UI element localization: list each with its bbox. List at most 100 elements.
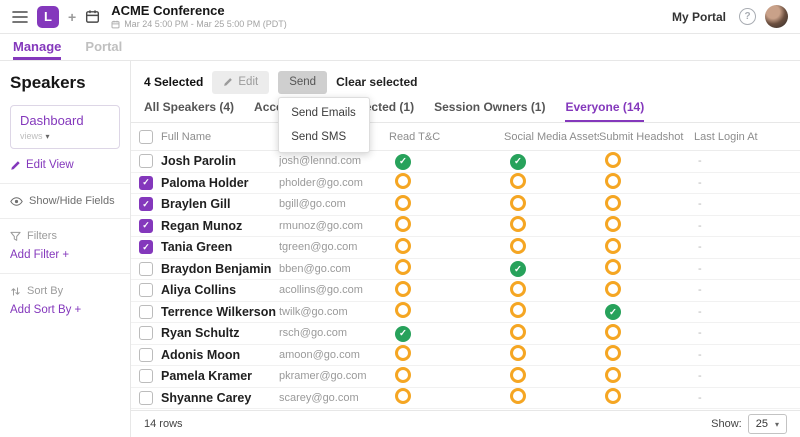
- row-checkbox-cell: [131, 219, 161, 233]
- row-status-cell: ✓: [504, 153, 599, 170]
- row-last-login: -: [694, 198, 800, 210]
- chevron-down-icon: ▾: [46, 132, 50, 141]
- add-event-icon[interactable]: +: [68, 9, 76, 25]
- status-pending-icon: [510, 281, 526, 297]
- app-logo[interactable]: L: [37, 6, 59, 28]
- clear-selected-button[interactable]: Clear selected: [336, 75, 417, 89]
- row-checkbox[interactable]: [139, 369, 153, 383]
- edit-view-link[interactable]: Edit View: [10, 159, 120, 171]
- row-checkbox[interactable]: [139, 176, 153, 190]
- row-checkbox-cell: [131, 348, 161, 362]
- row-checkbox[interactable]: [139, 240, 153, 254]
- row-email: acollins@go.com: [279, 284, 389, 296]
- view-selector[interactable]: Dashboard views▾: [10, 105, 120, 149]
- page-title: Speakers: [10, 73, 120, 93]
- status-pending-icon: [510, 195, 526, 211]
- status-pending-icon: [605, 281, 621, 297]
- row-last-login: -: [694, 349, 800, 361]
- row-name[interactable]: Paloma Holder: [161, 176, 279, 190]
- table-row: Shyanne Careyscarey@go.com-: [131, 388, 800, 410]
- status-done-icon: ✓: [395, 154, 411, 170]
- row-status-cell: ✓: [389, 325, 504, 342]
- table-header: Full Name Email Read T&C Social Media As…: [131, 123, 800, 151]
- user-avatar[interactable]: [765, 5, 788, 28]
- row-checkbox[interactable]: [139, 197, 153, 211]
- row-checkbox-cell: [131, 240, 161, 254]
- row-status-cell: ✓: [599, 304, 694, 321]
- col-last-login-at: Last Login At: [694, 131, 800, 143]
- table-body: Josh Parolinjosh@lennd.com✓✓-Paloma Hold…: [131, 151, 800, 409]
- view-tab-0[interactable]: All Speakers (4): [144, 100, 234, 122]
- view-tab-3[interactable]: Session Owners (1): [434, 100, 545, 122]
- send-menu-item[interactable]: Send SMS: [279, 125, 369, 149]
- row-name[interactable]: Adonis Moon: [161, 348, 279, 362]
- row-checkbox[interactable]: [139, 305, 153, 319]
- send-button[interactable]: Send: [278, 71, 327, 94]
- show-hide-fields-button[interactable]: Show/Hide Fields: [10, 195, 120, 207]
- page-size-select[interactable]: 25 ▾: [748, 414, 787, 434]
- row-checkbox-cell: [131, 197, 161, 211]
- divider: [0, 183, 130, 184]
- page-size-control: Show: 25 ▾: [711, 414, 787, 434]
- tab-portal[interactable]: Portal: [85, 34, 122, 60]
- event-calendar-icon[interactable]: [85, 9, 100, 24]
- col-full-name: Full Name: [161, 131, 279, 143]
- row-name[interactable]: Braydon Benjamin: [161, 262, 279, 276]
- status-pending-icon: [605, 345, 621, 361]
- row-name[interactable]: Ryan Schultz: [161, 326, 279, 340]
- status-pending-icon: [605, 152, 621, 168]
- row-checkbox[interactable]: [139, 262, 153, 276]
- status-pending-icon: [395, 238, 411, 254]
- row-status-cell: [504, 238, 599, 257]
- row-checkbox-cell: [131, 262, 161, 276]
- row-name[interactable]: Tania Green: [161, 240, 279, 254]
- send-menu-item[interactable]: Send Emails: [279, 101, 369, 125]
- row-checkbox[interactable]: [139, 219, 153, 233]
- view-tabs: All Speakers (4)Accepted (4)Rejected (1)…: [131, 97, 800, 123]
- add-filter-link[interactable]: Add Filter +: [10, 249, 120, 261]
- row-name[interactable]: Regan Munoz: [161, 219, 279, 233]
- row-status-cell: [599, 367, 694, 386]
- col-social-media-assets: Social Media Assets: [504, 131, 599, 143]
- row-name[interactable]: Josh Parolin: [161, 154, 279, 168]
- row-status-cell: [504, 324, 599, 343]
- select-all-checkbox[interactable]: [139, 130, 153, 144]
- status-pending-icon: [510, 302, 526, 318]
- status-done-icon: ✓: [395, 326, 411, 342]
- row-email: amoon@go.com: [279, 349, 389, 361]
- selection-toolbar: 4 Selected Edit Send Send EmailsSend SMS…: [131, 61, 800, 97]
- add-sort-by-link[interactable]: Add Sort By +: [10, 304, 120, 316]
- status-done-icon: ✓: [510, 154, 526, 170]
- status-pending-icon: [395, 367, 411, 383]
- edit-button[interactable]: Edit: [212, 71, 269, 94]
- my-portal-link[interactable]: My Portal: [672, 10, 726, 24]
- row-status-cell: ✓: [504, 261, 599, 278]
- row-name[interactable]: Braylen Gill: [161, 197, 279, 211]
- row-checkbox[interactable]: [139, 283, 153, 297]
- hamburger-menu-icon[interactable]: [12, 10, 28, 24]
- status-pending-icon: [395, 302, 411, 318]
- tab-manage[interactable]: Manage: [13, 34, 61, 60]
- row-status-cell: [389, 345, 504, 364]
- select-all-cell: [131, 130, 161, 144]
- row-name[interactable]: Aliya Collins: [161, 283, 279, 297]
- top-bar: L + ACME Conference Mar 24 5:00 PM - Mar…: [0, 0, 800, 34]
- row-checkbox[interactable]: [139, 326, 153, 340]
- row-name[interactable]: Terrence Wilkerson: [161, 305, 279, 319]
- help-icon[interactable]: ?: [739, 8, 756, 25]
- row-checkbox[interactable]: [139, 348, 153, 362]
- status-pending-icon: [395, 345, 411, 361]
- row-status-cell: [389, 216, 504, 235]
- view-tab-4[interactable]: Everyone (14): [565, 100, 644, 122]
- row-checkbox[interactable]: [139, 391, 153, 405]
- row-checkbox[interactable]: [139, 154, 153, 168]
- sort-by-label: Sort By: [10, 285, 120, 297]
- table-row: Pamela Kramerpkramer@go.com-: [131, 366, 800, 388]
- views-label: views▾: [20, 131, 110, 141]
- row-name[interactable]: Pamela Kramer: [161, 369, 279, 383]
- row-status-cell: [389, 238, 504, 257]
- row-status-cell: [389, 388, 504, 407]
- status-pending-icon: [395, 173, 411, 189]
- row-count: 14 rows: [144, 418, 183, 430]
- row-name[interactable]: Shyanne Carey: [161, 391, 279, 405]
